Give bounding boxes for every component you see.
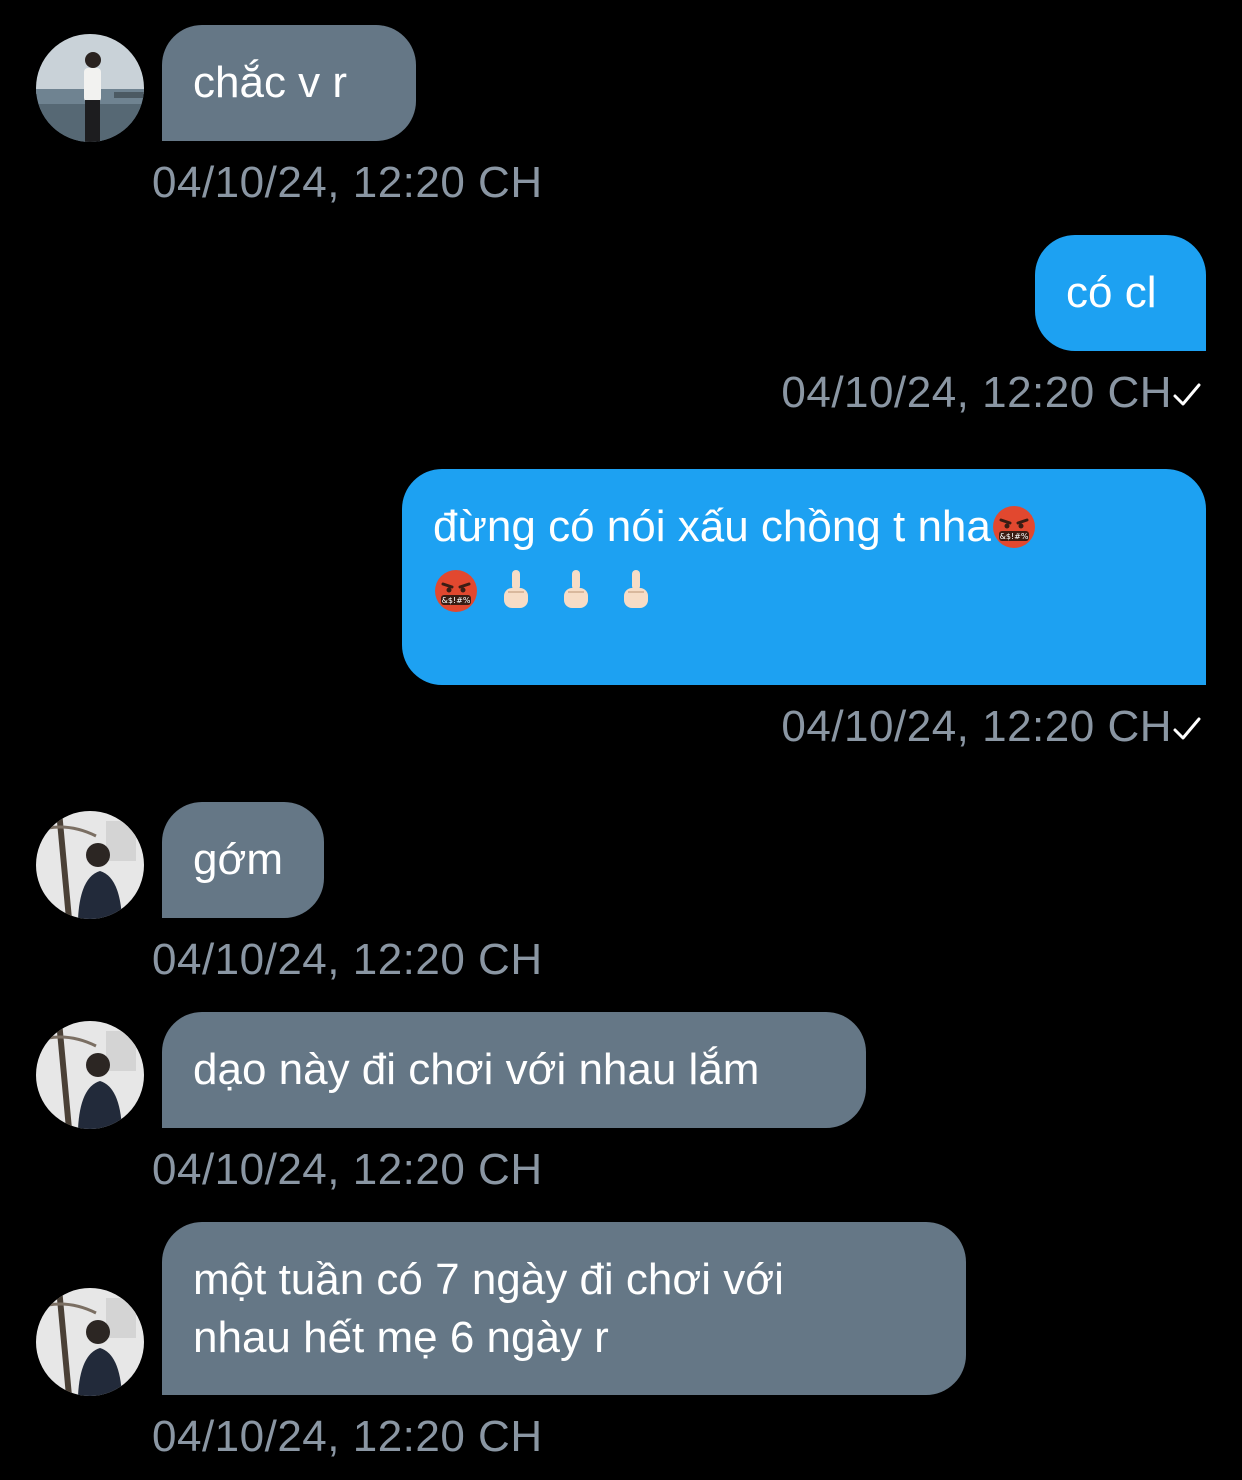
middle-finger-icon — [624, 570, 648, 608]
svg-text:&$!#%: &$!#% — [442, 596, 471, 605]
message-timestamp: 04/10/24, 12:20 CH — [152, 158, 543, 207]
message-bubble-outgoing[interactable]: đừng có nói xấu chồng t nha &$!#% &$!#% — [402, 469, 1206, 685]
middle-finger-icon — [564, 570, 588, 608]
message-text: đừng có nói xấu chồng t nha — [433, 502, 991, 551]
message-bubble-incoming[interactable]: dạo này đi chơi với nhau lắm — [162, 1012, 866, 1128]
message-timestamp: 04/10/24, 12:20 CH — [152, 935, 543, 984]
middle-finger-icon — [504, 570, 528, 608]
message-bubble-incoming[interactable]: gớm — [162, 802, 324, 918]
sender-avatar[interactable] — [36, 811, 144, 919]
message-text-line-1: một tuần có 7 ngày đi chơi với — [193, 1255, 784, 1304]
avatar-sea-photo — [36, 34, 144, 142]
avatar-tree-photo — [36, 811, 144, 919]
avatar-tree-photo — [36, 1288, 144, 1396]
svg-text:&$!#%: &$!#% — [999, 532, 1028, 541]
message-bubble-outgoing[interactable]: có cl — [1035, 235, 1206, 351]
message-text: dạo này đi chơi với nhau lắm — [193, 1045, 760, 1094]
message-timestamp: 04/10/24, 12:20 CH — [152, 1145, 543, 1194]
sender-avatar[interactable] — [36, 1021, 144, 1129]
sent-check-icon — [1173, 717, 1201, 740]
message-text: chắc v r — [193, 58, 348, 107]
emoji-row: &$!#% — [433, 568, 1175, 614]
face-with-symbols-icon: &$!#% — [992, 506, 1035, 548]
avatar-tree-photo — [36, 1021, 144, 1129]
message-bubble-incoming[interactable]: chắc v r — [162, 25, 416, 141]
message-text-line: đừng có nói xấu chồng t nha &$!#% — [433, 498, 1175, 556]
sender-avatar[interactable] — [36, 34, 144, 142]
message-timestamp: 04/10/24, 12:20 CH — [152, 1412, 543, 1461]
face-with-symbols-icon: &$!#% — [435, 570, 477, 612]
message-timestamp: 04/10/24, 12:20 CH — [781, 702, 1172, 751]
message-timestamp: 04/10/24, 12:20 CH — [781, 368, 1172, 417]
message-text-line-2: nhau hết mẹ 6 ngày r — [193, 1313, 609, 1362]
sent-check-icon — [1173, 383, 1201, 406]
message-text: có cl — [1066, 268, 1157, 317]
sender-avatar[interactable] — [36, 1288, 144, 1396]
message-bubble-incoming[interactable]: một tuần có 7 ngày đi chơi với nhau hết … — [162, 1222, 966, 1395]
message-text: gớm — [193, 835, 283, 884]
